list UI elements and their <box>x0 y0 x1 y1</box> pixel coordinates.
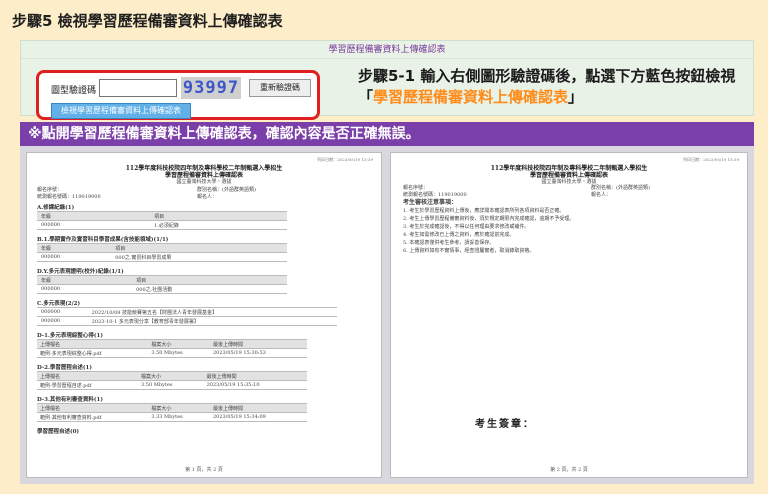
file-table: 上傳檔名 檔案大小 最後上傳時間 範例-學習歷程自述.pdf 3.50 Mbytes 2… <box>37 371 307 390</box>
page-title-line3: 國立臺灣科技大學・選拔 <box>176 179 232 185</box>
upload-time-cell: 2023/05/19 15:34:09 <box>209 412 307 422</box>
table-header-cell: 年級 <box>37 243 112 253</box>
table-cell: 000之.實習科目學習成果 <box>111 252 287 262</box>
table-header-cell: 年級 <box>37 275 133 285</box>
view-confirm-form-button[interactable]: 檢視學習歷程備審資料上傳確認表 <box>51 103 191 119</box>
table-header-cell: 項目 <box>150 211 287 221</box>
signature-label: 考生簽章： <box>475 419 535 430</box>
panel-header: 學習歷程備審資料上傳確認表 <box>21 41 753 59</box>
file-size-cell: 3.50 Mbytes <box>148 348 210 358</box>
file-section-head: D-2.學習歷程自述(1) <box>37 365 92 371</box>
file-section-head: D-1.多元表現綜整心得(1) <box>37 333 103 339</box>
captcha-image: 93997 <box>181 77 241 99</box>
table-header-cell: 最後上傳時間 <box>209 339 307 349</box>
table-header-cell: 檔案大小 <box>138 371 204 381</box>
table-header-cell: 項目 <box>111 243 287 253</box>
table-header-cell: 年級 <box>37 211 151 221</box>
table-cell: 000000 <box>37 252 112 262</box>
section-table: 年級 項目 000000 000之.實習科目學習成果 <box>37 243 287 262</box>
table-cell: 000000 <box>37 316 88 326</box>
section-head: D.Y.多元表現證明(校外)紀錄(1/1) <box>37 269 124 275</box>
meta-right-2: 報名人： <box>591 192 612 198</box>
section-table: 年級 項目 000000 1.必須紀錄 <box>37 211 287 230</box>
upload-time-cell: 2023/05/19 15:30:53 <box>209 348 307 358</box>
confirm-page-2: 列印日期：2023/05/19 15:39 112學年度科技校院四年制及專科學校… <box>390 152 748 478</box>
table-header-cell: 最後上傳時間 <box>209 403 307 413</box>
meta-right-2: 報名人： <box>197 194 218 200</box>
table-cell: 2022/10/08 技能競賽第五名【財團法人青年發展基金】 <box>87 307 337 317</box>
document-preview-area: 列印日期：2023/05/19 15:39 112學年度科技校院四年制及專科學校… <box>20 146 754 484</box>
upload-time-cell: 2023/05/19 15:35:10 <box>203 380 307 390</box>
page-footer: 第 2 頁，共 2 頁 <box>550 467 588 473</box>
file-name-cell[interactable]: 範例-多元表現綜整心得.pdf <box>37 348 149 358</box>
note-item: 6. 上傳資料如有不實情事，經查證屬實者，取消錄取資格。 <box>403 248 535 254</box>
file-name-cell[interactable]: 範例-其他有利審查資料.pdf <box>37 412 149 422</box>
note-item: 5. 本確認表僅供考生參考，請妥善保存。 <box>403 240 495 246</box>
section-head: 學習歷程自述(0) <box>37 429 80 435</box>
meta-left-1: 報名序號： <box>37 187 63 193</box>
page-title-line3: 國立臺灣科技大學・選拔 <box>541 179 597 185</box>
meta-right-1: 群別名稱：(外語群英語類) <box>197 187 256 193</box>
table-cell: 000000 <box>37 307 88 317</box>
table-cell: 000000 <box>37 220 151 230</box>
table-cell: 000之.社團活動 <box>132 284 287 294</box>
note-item: 3. 考生於完成確認後，不得以任何理由要求修改或補件。 <box>403 224 530 230</box>
meta-right-1: 群別名稱：(外語群英語類) <box>591 185 650 191</box>
file-name-cell[interactable]: 範例-學習歷程自述.pdf <box>37 380 138 390</box>
section-head: B.1.學期實作及實習科目學習成果(含技能領域)(1/1) <box>37 237 169 243</box>
file-size-cell: 3.50 Mbytes <box>138 380 204 390</box>
page-footer: 第 1 頁，共 2 頁 <box>185 467 223 473</box>
instruction-text: 步驟5-1 輸入右側圖形驗證碼後，點選下方藍色按鈕檢視「學習歷程備審資料上傳確認… <box>358 66 738 108</box>
table-cell: 000000 <box>37 284 133 294</box>
table-header-cell: 上傳檔名 <box>37 339 149 349</box>
file-section-head: D-3.其他有利審查資料(1) <box>37 397 103 403</box>
tutorial-frame: 步驟5 檢視學習歷程備審資料上傳確認表 學習歷程備審資料上傳確認表 圖型驗證碼 … <box>0 0 768 494</box>
table-header-cell: 檔案大小 <box>148 339 210 349</box>
note-item: 2. 考生上傳學習歷程備審資料後，須於規定期限內完成確認，逾期不予受理。 <box>403 216 575 222</box>
confirm-page-1: 列印日期：2023/05/19 15:39 112學年度科技校院四年制及專科學校… <box>26 152 382 478</box>
captcha-highlight-box: 圖型驗證碼 93997 重新驗證碼 檢視學習歷程備審資料上傳確認表 <box>36 70 320 120</box>
instruction-highlight: 學習歷程備審資料上傳確認表 <box>373 88 569 106</box>
table-header-cell: 上傳檔名 <box>37 371 138 381</box>
file-table: 上傳檔名 檔案大小 最後上傳時間 範例-其他有利審查資料.pdf 3.33 Mbyte… <box>37 403 307 422</box>
section-head: C.多元表現(2/2) <box>37 301 81 307</box>
table-cell: 2023-10-1 多元表現分享【教育部青年發展署】 <box>87 316 337 326</box>
table-header-cell: 項目 <box>132 275 287 285</box>
table-header-cell: 最後上傳時間 <box>203 371 307 381</box>
table-header-cell: 檔案大小 <box>148 403 210 413</box>
notice-bar: ※點開學習歷程備審資料上傳確認表，確認內容是否正確無誤。 <box>20 122 754 146</box>
step-title: 步驟5 檢視學習歷程備審資料上傳確認表 <box>12 12 283 30</box>
notes-block: 考生審核注意事項： 1. 考生於學習歷程資料上傳後，應詳閱本確認表所列各項資料是… <box>403 199 733 255</box>
meta-left-2: 統測報名號碼：119019000 <box>37 194 101 200</box>
section-table: 年級 項目 000000 000之.社團活動 <box>37 275 287 294</box>
note-item: 4. 考生如需修改已上傳之資料，應於確認前完成。 <box>403 232 515 238</box>
instruction-suffix: 」 <box>568 88 584 106</box>
meta-left-2: 統測報名號碼：119019000 <box>403 192 467 198</box>
file-table: 上傳檔名 檔案大小 最後上傳時間 範例-多元表現綜整心得.pdf 3.50 Mbyte… <box>37 339 307 358</box>
note-item: 1. 考生於學習歷程資料上傳後，應詳閱本確認表所列各項資料是否正確。 <box>403 208 565 214</box>
captcha-input[interactable] <box>99 79 177 97</box>
section-table: 000000 2022/10/08 技能競賽第五名【財團法人青年發展基金】 000… <box>37 307 337 326</box>
refresh-captcha-button[interactable]: 重新驗證碼 <box>249 79 311 97</box>
section-head: A.修課紀錄(1) <box>37 205 75 211</box>
meta-left-1: 報名序號： <box>403 185 429 191</box>
table-header-cell: 上傳檔名 <box>37 403 149 413</box>
file-size-cell: 3.33 Mbytes <box>148 412 210 422</box>
notes-heading: 考生審核注意事項： <box>403 199 458 206</box>
table-cell: 1.必須紀錄 <box>150 220 287 230</box>
captcha-label: 圖型驗證碼 <box>51 86 97 96</box>
